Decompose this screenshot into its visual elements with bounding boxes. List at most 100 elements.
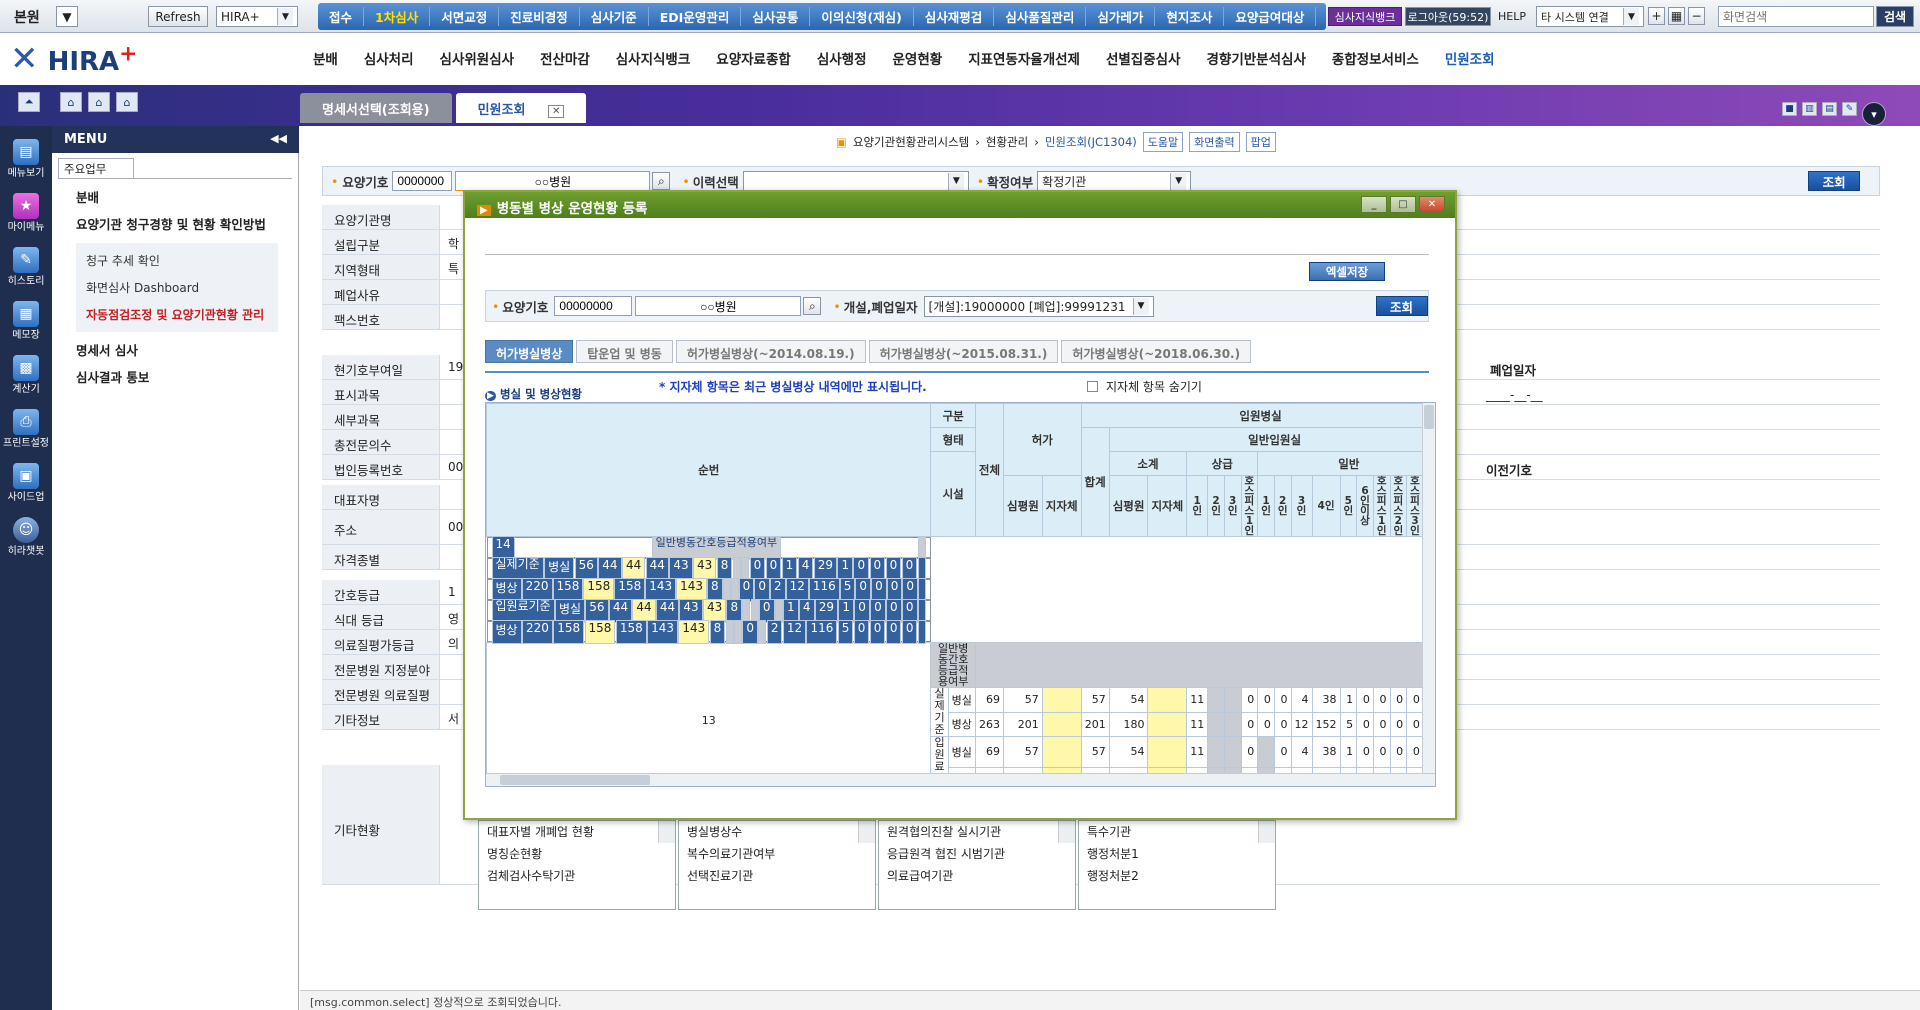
dialog-name-input[interactable] (635, 296, 802, 316)
table-row[interactable]: 병상 220 158 158 158 143 143 8 0 2 12 116 5 0 0 0 0 (486, 619, 931, 644)
table-row[interactable]: 입원료기준 병실 56 44 44 44 43 43 8 0 1 4 29 1 0 0 0 0 (486, 598, 931, 623)
nav-item-1[interactable]: 심사처리 (351, 48, 427, 68)
menu-item-claim-trend[interactable]: 요양기관 청구경향 및 현황 확인방법 (76, 214, 298, 233)
dialog-code-input[interactable] (554, 296, 633, 316)
dialog-tab-4[interactable]: 허가병실병상(~2018.06.30.) (1061, 340, 1252, 363)
grid-vscroll[interactable] (1422, 403, 1435, 773)
submenu-auto-check[interactable]: 자동점검조정 및 요양기관현황 관리 (76, 301, 278, 328)
group-header-row[interactable]: 13 일반병동간호등급적용여부 (486, 642, 1435, 786)
menu-item-result-notice[interactable]: 심사결과 통보 (76, 367, 298, 386)
layout-single-icon[interactable]: ■ (1782, 102, 1797, 116)
rail-item-6[interactable]: ▣ 사이드업 (0, 456, 52, 510)
help-link[interactable]: HELP (1498, 10, 1526, 23)
etc-list-1[interactable]: 병실병상수 복수의료기관여부 선택진료기관 (678, 820, 876, 910)
table-row[interactable]: 병상 220 158 158 158 143 143 8 0 0 2 12 116 5 0 0 0 0 (486, 577, 931, 602)
menu-tab-main[interactable]: 주요업무 (58, 158, 134, 178)
list-scrollbar[interactable] (1258, 821, 1275, 843)
list-item[interactable]: 대표자별 개폐업 현황 (479, 821, 675, 843)
top-menu-4[interactable]: 심사기준 (580, 7, 649, 26)
nav-item-7[interactable]: 운영현황 (880, 48, 956, 68)
list-item[interactable]: 복수의료기관여부 (679, 843, 875, 865)
maximize-icon[interactable]: □ (1390, 196, 1416, 213)
dialog-search-icon[interactable]: ⌕ (803, 297, 822, 315)
minimize-icon[interactable]: _ (1361, 196, 1387, 213)
system-select[interactable]: HIRA+ ▼ (216, 6, 298, 27)
knowledge-bank-button[interactable]: 심사지식뱅크 (1328, 7, 1402, 26)
refresh-button[interactable]: Refresh (148, 6, 208, 27)
confirm-select[interactable]: 확정기관 ▼ (1037, 170, 1192, 192)
nav-item-2[interactable]: 심사위원심사 (427, 48, 528, 68)
rail-item-1[interactable]: ★ 마이메뉴 (0, 186, 52, 240)
nav-item-0[interactable]: 분배 (300, 48, 351, 68)
etc-list-0[interactable]: 대표자별 개폐업 현황 명칭순현황 검체검사수탁기관 (478, 820, 676, 910)
top-menu-11[interactable]: 현지조사 (1155, 7, 1225, 26)
menu-item-statement-review[interactable]: 명세서 심사 (76, 340, 298, 359)
submenu-dashboard[interactable]: 화면심사 Dashboard (76, 274, 278, 301)
logout-button[interactable]: 로그아웃(59:52) (1405, 7, 1491, 26)
nav-item-8[interactable]: 지표연동자율개선제 (955, 48, 1093, 68)
name-input[interactable] (455, 171, 651, 191)
rail-item-7[interactable]: ☺ 히라챗봇 (0, 510, 52, 564)
etc-list-2[interactable]: 원격협의진찰 실시기관 응급원격 협진 시범기관 의료급여기관 (878, 820, 1076, 910)
nav-item-3[interactable]: 전산마감 (527, 48, 603, 68)
minus-icon[interactable]: − (1688, 7, 1705, 25)
rail-item-0[interactable]: ▤ 메뉴보기 (0, 132, 52, 186)
layout-split-icon[interactable]: ▥ (1802, 102, 1817, 116)
nav-item-11[interactable]: 종합정보서비스 (1319, 48, 1432, 68)
home-outline-icon[interactable]: ⌂ (116, 92, 138, 112)
etc-list-3[interactable]: 특수기관 행정처분1 행정처분2 (1078, 820, 1276, 910)
tab-civil-inquiry[interactable]: 민원조회 ✕ (455, 93, 587, 123)
list-item[interactable]: 검체검사수탁기관 (479, 865, 675, 887)
list-item[interactable]: 선택진료기관 (679, 865, 875, 887)
print-screen-button[interactable]: 화면출력 (1189, 132, 1240, 152)
screen-search-button[interactable]: 검색 (1876, 6, 1914, 27)
dialog-tab-3[interactable]: 허가병실병상(~2015.08.31.) (868, 340, 1059, 363)
top-menu-5[interactable]: EDI운영관리 (649, 7, 742, 26)
tab-statement-select[interactable]: 명세서선택(조회용) (300, 93, 452, 123)
list-item[interactable]: 원격협의진찰 실시기관 (879, 821, 1075, 843)
list-item[interactable]: 특수기관 (1079, 821, 1275, 843)
top-menu-0[interactable]: 접수 (318, 7, 365, 26)
grid-icon[interactable]: ▦ (1668, 7, 1685, 25)
top-menu-9[interactable]: 심사품질관리 (994, 7, 1087, 26)
search-icon[interactable]: ⌕ (652, 172, 671, 190)
top-menu-7[interactable]: 이의신청(재심) (810, 7, 914, 26)
collapse-menu-icon[interactable]: ◀◀ (270, 132, 287, 145)
nav-item-5[interactable]: 요양자료종합 (703, 48, 804, 68)
popup-button[interactable]: 팝업 (1245, 132, 1276, 152)
dialog-tab-0[interactable]: 허가병실병상 (485, 340, 574, 363)
nav-item-10[interactable]: 경향기반분석심사 (1194, 48, 1319, 68)
top-menu-1[interactable]: 1차심사 (364, 7, 431, 26)
plus-icon[interactable]: + (1648, 7, 1665, 25)
list-item[interactable]: 병실병상수 (679, 821, 875, 843)
excel-save-button[interactable]: 엑셀저장 (1309, 262, 1385, 281)
rail-item-2[interactable]: ✎ 히스토리 (0, 240, 52, 294)
hira-logo[interactable]: ✕ HIRA+ (10, 39, 137, 79)
hide-local-checkbox[interactable]: 지자체 항목 숨기기 (1087, 378, 1202, 395)
close-tab-icon[interactable]: ✕ (547, 105, 565, 118)
home-blue-icon[interactable]: ⌂ (88, 92, 110, 112)
rail-item-5[interactable]: ⎙ 프린트설정 (0, 402, 52, 456)
list-item[interactable]: 응급원격 협진 시범기관 (879, 843, 1075, 865)
layout-rows-icon[interactable]: ▤ (1822, 102, 1837, 116)
top-menu-3[interactable]: 진료비경정 (499, 7, 580, 26)
collapse-icon[interactable]: ⏶ (18, 92, 40, 112)
home-icon[interactable]: ⌂ (60, 92, 82, 112)
screen-search-input[interactable] (1718, 6, 1874, 27)
nav-item-4[interactable]: 심사지식뱅크 (603, 48, 704, 68)
list-scrollbar[interactable] (658, 821, 675, 843)
rail-item-3[interactable]: ▦ 메모장 (0, 294, 52, 348)
period-select[interactable]: [개설]:19000000 [폐업]:99991231 ▼ (923, 295, 1154, 317)
list-item[interactable]: 행정처분2 (1079, 865, 1275, 887)
history-select[interactable]: ▼ (742, 170, 969, 192)
dialog-tab-2[interactable]: 허가병실병상(~2014.08.19.) (675, 340, 866, 363)
list-item[interactable]: 명칭순현황 (479, 843, 675, 865)
other-system-select[interactable]: 타 시스템 연결 ▼ (1536, 6, 1644, 27)
list-scrollbar[interactable] (1058, 821, 1075, 843)
layout-edit-icon[interactable]: ✎ (1842, 102, 1857, 116)
settings-circle-icon[interactable]: ▾ (1862, 102, 1886, 126)
code-input[interactable] (392, 171, 453, 191)
table-row[interactable]: 실제기준 병실 56 44 44 44 43 43 8 0 0 1 4 29 1 0 0 0 0 (486, 556, 931, 581)
top-menu-10[interactable]: 심가레가 (1086, 7, 1156, 26)
query-button[interactable]: 조회 (1808, 171, 1861, 191)
